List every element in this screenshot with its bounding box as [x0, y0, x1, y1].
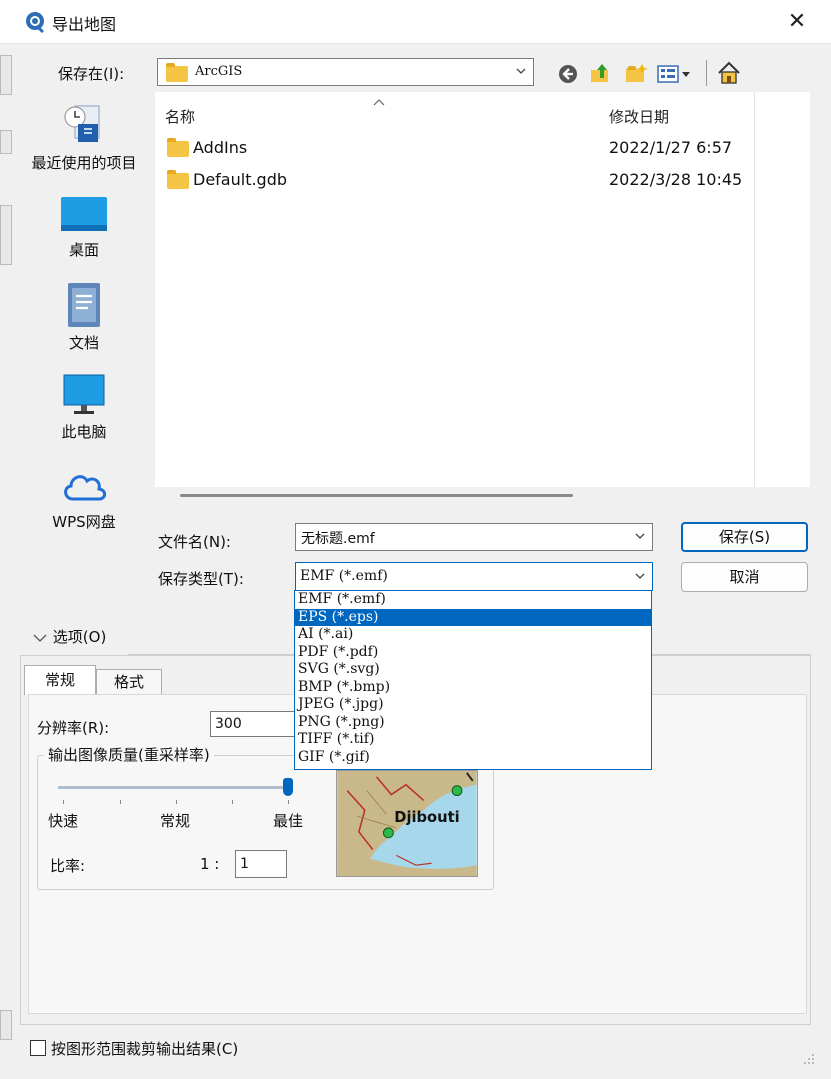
- filetype-option-emf[interactable]: EMF (*.emf): [295, 591, 651, 609]
- slider-tick: [288, 800, 289, 804]
- sort-ascending-icon: [373, 99, 385, 106]
- options-toggle-label: 选项(O): [52, 628, 107, 646]
- quality-slider-fill: [58, 786, 290, 789]
- window-title: 导出地图: [52, 15, 117, 34]
- up-folder-icon[interactable]: [589, 61, 613, 85]
- filetype-value: EMF (*.emf): [300, 568, 388, 584]
- save-in-combobox[interactable]: ArcGIS: [157, 58, 534, 86]
- resolution-label: 分辨率(R):: [37, 719, 110, 737]
- filename-input[interactable]: 无标题.emf: [295, 523, 653, 551]
- column-header-date[interactable]: 修改日期: [609, 106, 669, 127]
- new-folder-icon[interactable]: [624, 62, 648, 84]
- filetype-select[interactable]: EMF (*.emf): [295, 562, 653, 591]
- chevron-down-icon: [516, 68, 526, 74]
- filetype-option-bmp[interactable]: BMP (*.bmp): [295, 679, 651, 697]
- filetype-dropdown-list[interactable]: EMF (*.emf) EPS (*.eps) AI (*.ai) PDF (*…: [294, 590, 652, 770]
- save-button[interactable]: 保存(S): [681, 522, 808, 552]
- filename-value: 无标题.emf: [301, 531, 375, 547]
- options-toggle[interactable]: 选项(O): [32, 626, 106, 647]
- tab-general[interactable]: 常规: [24, 665, 96, 695]
- filetype-label: 保存类型(T):: [158, 570, 244, 588]
- title-bar: 导出地图 ✕: [0, 0, 831, 44]
- save-in-label: 保存在(I):: [58, 65, 125, 83]
- back-icon[interactable]: [557, 63, 579, 85]
- slider-label-normal: 常规: [160, 812, 191, 830]
- chevron-down-icon: [33, 634, 47, 642]
- file-row-addins[interactable]: AddIns 2022/1/27 6:57: [165, 136, 805, 162]
- place-wps-label: WPS网盘: [52, 513, 116, 531]
- quality-group-label: 输出图像质量(重采样率): [44, 744, 214, 765]
- place-computer[interactable]: 此电脑: [20, 373, 148, 445]
- file-name: Default.gdb: [193, 170, 288, 189]
- file-date: 2022/3/28 10:45: [609, 170, 743, 189]
- file-date: 2022/1/27 6:57: [609, 138, 733, 157]
- toolbar-separator: [706, 60, 707, 86]
- close-button[interactable]: ✕: [781, 6, 813, 38]
- resolution-input[interactable]: 300: [210, 711, 300, 737]
- cloud-icon: [64, 475, 107, 501]
- app-globe-icon: [26, 12, 44, 33]
- file-row-default-gdb[interactable]: Default.gdb 2022/3/28 10:45: [165, 168, 805, 194]
- ratio-prefix: 1 :: [200, 855, 220, 873]
- home-icon[interactable]: [716, 60, 742, 86]
- clip-output-label: 按图形范围裁剪输出结果(C): [51, 1040, 239, 1058]
- place-recent[interactable]: 最近使用的项目: [20, 102, 148, 182]
- slider-tick: [120, 800, 121, 804]
- place-documents[interactable]: 文档: [20, 282, 148, 354]
- place-desktop[interactable]: 桌面: [20, 195, 148, 265]
- filetype-option-gif[interactable]: GIF (*.gif): [295, 749, 651, 767]
- filetype-option-png[interactable]: PNG (*.png): [295, 714, 651, 732]
- outer-window-fragment: [0, 1010, 12, 1040]
- place-recent-label: 最近使用的项目: [31, 154, 137, 172]
- view-menu-icon[interactable]: [657, 63, 697, 85]
- quality-slider-thumb[interactable]: [283, 778, 293, 796]
- ratio-label: 比率:: [50, 857, 86, 875]
- outer-window-fragment: [0, 205, 12, 265]
- slider-label-best: 最佳: [273, 812, 304, 830]
- slider-tick: [232, 800, 233, 804]
- place-documents-label: 文档: [68, 334, 99, 352]
- place-wps-cloud[interactable]: WPS网盘: [20, 465, 148, 535]
- file-list[interactable]: 名称 修改日期 AddIns 2022/1/27 6:57 Default.gd…: [155, 92, 810, 487]
- save-in-value: ArcGIS: [195, 64, 243, 79]
- ratio-input[interactable]: 1: [235, 850, 287, 878]
- computer-icon: [63, 374, 105, 414]
- outer-window-fragment: [0, 130, 12, 154]
- clip-output-checkbox[interactable]: [30, 1040, 46, 1056]
- filetype-option-jpeg[interactable]: JPEG (*.jpg): [295, 696, 651, 714]
- slider-tick: [176, 800, 177, 804]
- chevron-down-icon[interactable]: [634, 570, 646, 582]
- cancel-button[interactable]: 取消: [681, 562, 808, 592]
- resize-grip-icon[interactable]: [800, 1050, 816, 1066]
- map-place-label: Djibouti: [394, 809, 459, 826]
- outer-window-fragment: [0, 55, 12, 95]
- desktop-icon: [61, 197, 107, 231]
- filetype-option-eps[interactable]: EPS (*.eps): [295, 608, 651, 626]
- file-name: AddIns: [193, 138, 248, 157]
- slider-label-fast: 快速: [48, 812, 79, 830]
- ratio-value: 1: [240, 856, 249, 872]
- tab-format[interactable]: 格式: [96, 669, 162, 695]
- chevron-down-icon[interactable]: [634, 530, 646, 542]
- resolution-value: 300: [215, 716, 242, 732]
- filetype-option-pdf[interactable]: PDF (*.pdf): [295, 644, 651, 662]
- folder-icon: [166, 63, 188, 82]
- column-header-name[interactable]: 名称: [165, 106, 195, 127]
- folder-icon: [167, 138, 189, 157]
- slider-tick: [63, 800, 64, 804]
- horizontal-scrollbar[interactable]: [180, 494, 573, 497]
- filetype-option-ai[interactable]: AI (*.ai): [295, 626, 651, 644]
- documents-icon: [68, 283, 100, 327]
- map-preview: Djibouti: [336, 770, 478, 877]
- filetype-option-svg[interactable]: SVG (*.svg): [295, 661, 651, 679]
- folder-icon: [167, 170, 189, 189]
- filetype-option-tiff[interactable]: TIFF (*.tif): [295, 731, 651, 749]
- place-desktop-label: 桌面: [68, 241, 99, 259]
- recent-icon: [64, 105, 100, 142]
- filename-label: 文件名(N):: [158, 533, 231, 551]
- place-computer-label: 此电脑: [61, 423, 107, 441]
